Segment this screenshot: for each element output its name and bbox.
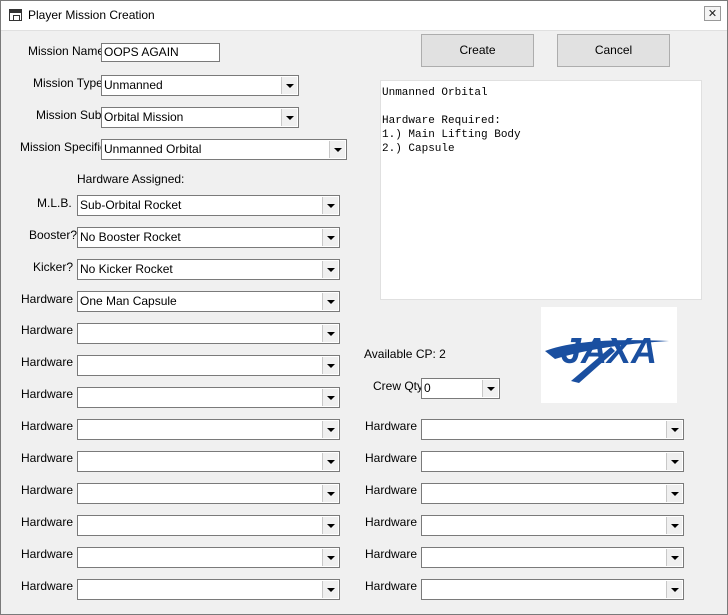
chevron-down-icon[interactable]: [666, 549, 682, 566]
jaxa-logo-text: JAXA: [561, 330, 657, 371]
chevron-down-icon[interactable]: [322, 517, 338, 534]
booster-value: No Booster Rocket: [80, 230, 181, 244]
chevron-down-icon[interactable]: [322, 421, 338, 438]
hardware-label: Hardware: [365, 547, 418, 561]
chevron-down-icon[interactable]: [322, 549, 338, 566]
hardware-left-select-7[interactable]: [77, 483, 340, 504]
booster-label: Booster?: [29, 228, 78, 242]
hardware-right-select-6[interactable]: [421, 579, 684, 600]
hardware-label: Hardware: [21, 547, 74, 561]
crew-qty-select[interactable]: 0: [421, 378, 500, 399]
hardware-label: Hardware: [365, 419, 418, 433]
hardware-left-select-3[interactable]: [77, 355, 340, 376]
mlb-value: Sub-Orbital Rocket: [80, 198, 182, 212]
hardware-left-select-4[interactable]: [77, 387, 340, 408]
window-title: Player Mission Creation: [28, 8, 155, 22]
hardware-left-select-8[interactable]: [77, 515, 340, 536]
chevron-down-icon[interactable]: [322, 293, 338, 310]
chevron-down-icon[interactable]: [666, 517, 682, 534]
hardware-label: Hardware: [21, 419, 74, 433]
kicker-select[interactable]: No Kicker Rocket: [77, 259, 340, 280]
hardware-left-select-10[interactable]: [77, 579, 340, 600]
mission-specific-label: Mission Specific:: [20, 140, 110, 154]
title-bar[interactable]: Player Mission Creation ✕: [1, 1, 727, 31]
chevron-down-icon[interactable]: [322, 357, 338, 374]
chevron-down-icon[interactable]: [322, 453, 338, 470]
mission-specific-value: Unmanned Orbital: [104, 142, 202, 156]
jaxa-logo-graphic: JAXA: [545, 330, 669, 383]
hardware-label: Hardware: [365, 483, 418, 497]
available-cp-text: Available CP: 2: [364, 347, 446, 361]
chevron-down-icon[interactable]: [322, 485, 338, 502]
mission-specific-select[interactable]: Unmanned Orbital: [101, 139, 347, 160]
chevron-down-icon[interactable]: [322, 325, 338, 342]
window-icon: [9, 9, 22, 21]
hardware-left-select-9[interactable]: [77, 547, 340, 568]
mission-type-value: Unmanned: [104, 78, 163, 92]
mission-sub-select[interactable]: Orbital Mission: [101, 107, 299, 128]
hardware-left-value-1: One Man Capsule: [80, 294, 177, 308]
hardware-label: Hardware: [21, 355, 74, 369]
crew-qty-label: Crew Qty: [373, 379, 424, 393]
hardware-label: Hardware: [21, 323, 74, 337]
chevron-down-icon[interactable]: [666, 485, 682, 502]
chevron-down-icon[interactable]: [329, 141, 345, 158]
hardware-left-select-1[interactable]: One Man Capsule: [77, 291, 340, 312]
chevron-down-icon[interactable]: [322, 581, 338, 598]
chevron-down-icon[interactable]: [322, 261, 338, 278]
hardware-label: Hardware: [365, 515, 418, 529]
hardware-label: Hardware: [21, 579, 74, 593]
cancel-button[interactable]: Cancel: [557, 34, 670, 67]
chevron-down-icon[interactable]: [666, 581, 682, 598]
booster-select[interactable]: No Booster Rocket: [77, 227, 340, 248]
mission-type-select[interactable]: Unmanned: [101, 75, 299, 96]
chevron-down-icon[interactable]: [281, 77, 297, 94]
kicker-value: No Kicker Rocket: [80, 262, 173, 276]
mission-name-label: Mission Name:: [28, 44, 108, 58]
chevron-down-icon[interactable]: [322, 389, 338, 406]
hardware-label: Hardware: [21, 515, 74, 529]
hardware-right-select-3[interactable]: [421, 483, 684, 504]
hardware-right-select-2[interactable]: [421, 451, 684, 472]
chevron-down-icon[interactable]: [322, 229, 338, 246]
chevron-down-icon[interactable]: [281, 109, 297, 126]
mission-creation-window: Player Mission Creation ✕ Mission Name: …: [0, 0, 728, 615]
hardware-label: Hardware: [21, 387, 74, 401]
mlb-label: M.L.B.: [37, 196, 72, 210]
chevron-down-icon[interactable]: [666, 421, 682, 438]
kicker-label: Kicker?: [33, 260, 74, 274]
hardware-label: Hardware: [21, 483, 74, 497]
hardware-left-select-6[interactable]: [77, 451, 340, 472]
close-button[interactable]: ✕: [704, 6, 721, 21]
mission-type-label: Mission Type:: [33, 76, 107, 90]
hardware-right-select-4[interactable]: [421, 515, 684, 536]
create-button[interactable]: Create: [421, 34, 534, 67]
hardware-label: Hardware: [365, 579, 418, 593]
jaxa-logo: JAXA: [541, 307, 677, 403]
hardware-label: Hardware: [365, 451, 418, 465]
mlb-select[interactable]: Sub-Orbital Rocket: [77, 195, 340, 216]
chevron-down-icon[interactable]: [482, 380, 498, 397]
hardware-label: Hardware: [21, 451, 74, 465]
hardware-right-select-1[interactable]: [421, 419, 684, 440]
mission-name-input[interactable]: OOPS AGAIN: [101, 43, 220, 62]
chevron-down-icon[interactable]: [322, 197, 338, 214]
hardware-assigned-heading: Hardware Assigned:: [77, 172, 185, 186]
mission-info-text: Unmanned Orbital Hardware Required: 1.) …: [380, 80, 702, 300]
hardware-left-select-2[interactable]: [77, 323, 340, 344]
hardware-left-select-5[interactable]: [77, 419, 340, 440]
crew-qty-value: 0: [424, 381, 431, 395]
mission-sub-value: Orbital Mission: [104, 110, 184, 124]
hardware-label: Hardware: [21, 292, 74, 306]
chevron-down-icon[interactable]: [666, 453, 682, 470]
hardware-right-select-5[interactable]: [421, 547, 684, 568]
mission-sub-label: Mission Sub:: [36, 108, 105, 122]
